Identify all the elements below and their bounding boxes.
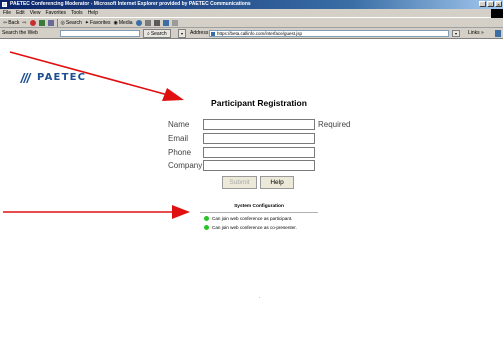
required-note: Required — [318, 120, 351, 129]
maximize-button[interactable]: □ — [487, 1, 494, 7]
menu-favorites[interactable]: Favorites — [45, 9, 66, 17]
url-input[interactable]: https://beta.callinfo.com/interface/gues… — [209, 30, 449, 37]
page-icon — [211, 32, 215, 36]
home-icon[interactable] — [47, 19, 54, 26]
search-web-input[interactable] — [60, 30, 140, 37]
menu-tools[interactable]: Tools — [71, 9, 83, 17]
company-label: Company — [168, 161, 203, 170]
email-label: Email — [168, 134, 189, 143]
back-button[interactable]: ⇦ Back — [3, 18, 19, 28]
forward-button[interactable]: ⇨ — [22, 18, 26, 28]
ie-window-icon — [2, 2, 7, 7]
minimize-button[interactable]: _ — [479, 1, 486, 7]
arrow-to-system-config — [3, 205, 190, 219]
media-icon: ◉ — [113, 19, 118, 26]
paetec-logo: PAETEC — [20, 72, 86, 83]
toolbar-separator — [56, 18, 58, 27]
stop-icon[interactable] — [29, 19, 36, 26]
form-title: Participant Registration — [211, 98, 307, 108]
window-title: PAETEC Conferencing Moderator - Microsof… — [10, 1, 251, 7]
links-toolbar-button[interactable]: Links » — [468, 28, 484, 39]
status-text: Can join web conference as participant. — [212, 216, 293, 221]
status-ok-icon — [204, 216, 209, 221]
status-text: Can join web conference as co-presenter. — [212, 225, 297, 230]
menu-view[interactable]: View — [30, 9, 41, 17]
refresh-icon[interactable] — [38, 19, 45, 26]
print-icon[interactable] — [153, 19, 160, 26]
phone-label: Phone — [168, 148, 192, 157]
name-field[interactable] — [203, 119, 315, 130]
system-config-divider — [200, 212, 318, 213]
search-web-icon: ⌕ — [147, 30, 150, 37]
url-history-dropdown[interactable]: ▾ — [452, 30, 460, 37]
page-speck — [259, 297, 260, 298]
search-toolbar-button[interactable]: ◎ Search — [61, 18, 82, 28]
search-web-label: Search the Web — [2, 30, 38, 36]
email-field[interactable] — [203, 133, 315, 144]
address-label: Address — [190, 30, 209, 36]
help-button[interactable]: Help — [260, 176, 294, 189]
search-web-button[interactable]: ⌕ Search — [143, 29, 171, 38]
system-config-title: System Configuration — [234, 204, 284, 209]
search-icon: ◎ — [60, 19, 65, 26]
menu-help[interactable]: Help — [88, 9, 98, 17]
standard-toolbar: ⇦ Back ⇨ ◎ Search ✦ Favorites ◉ Media — [0, 18, 503, 28]
close-button[interactable]: × — [495, 1, 502, 7]
forward-arrow-icon: ⇨ — [22, 19, 27, 26]
paetec-logo-text: PAETEC — [37, 72, 87, 83]
status-item-participant: Can join web conference as participant. — [204, 216, 292, 221]
mail-icon[interactable] — [144, 19, 151, 26]
menu-edit[interactable]: Edit — [16, 9, 25, 17]
address-bar: Search the Web ⌕ Search ▾ Address https:… — [0, 28, 503, 39]
history-icon[interactable] — [135, 19, 142, 26]
edit-icon[interactable] — [162, 19, 169, 26]
window-titlebar: PAETEC Conferencing Moderator - Microsof… — [0, 0, 503, 9]
company-field[interactable] — [203, 160, 315, 171]
menu-file[interactable]: File — [3, 9, 11, 17]
favorites-button[interactable]: ✦ Favorites — [85, 18, 111, 28]
status-item-copresenter: Can join web conference as co-presenter. — [204, 225, 297, 230]
media-button[interactable]: ◉ Media — [114, 18, 133, 28]
search-options-dropdown[interactable]: ▾ — [178, 29, 186, 38]
submit-button[interactable]: Submit — [222, 176, 257, 189]
star-icon: ✦ — [84, 19, 89, 26]
discuss-icon[interactable] — [171, 19, 178, 26]
windows-logo-icon — [491, 9, 503, 18]
back-arrow-icon: ⇦ — [3, 19, 8, 26]
status-ok-icon — [204, 225, 209, 230]
phone-field[interactable] — [203, 147, 315, 158]
paetec-logo-mark-icon — [20, 72, 32, 83]
links-bar-icon[interactable] — [495, 30, 501, 37]
name-label: Name — [168, 120, 190, 129]
